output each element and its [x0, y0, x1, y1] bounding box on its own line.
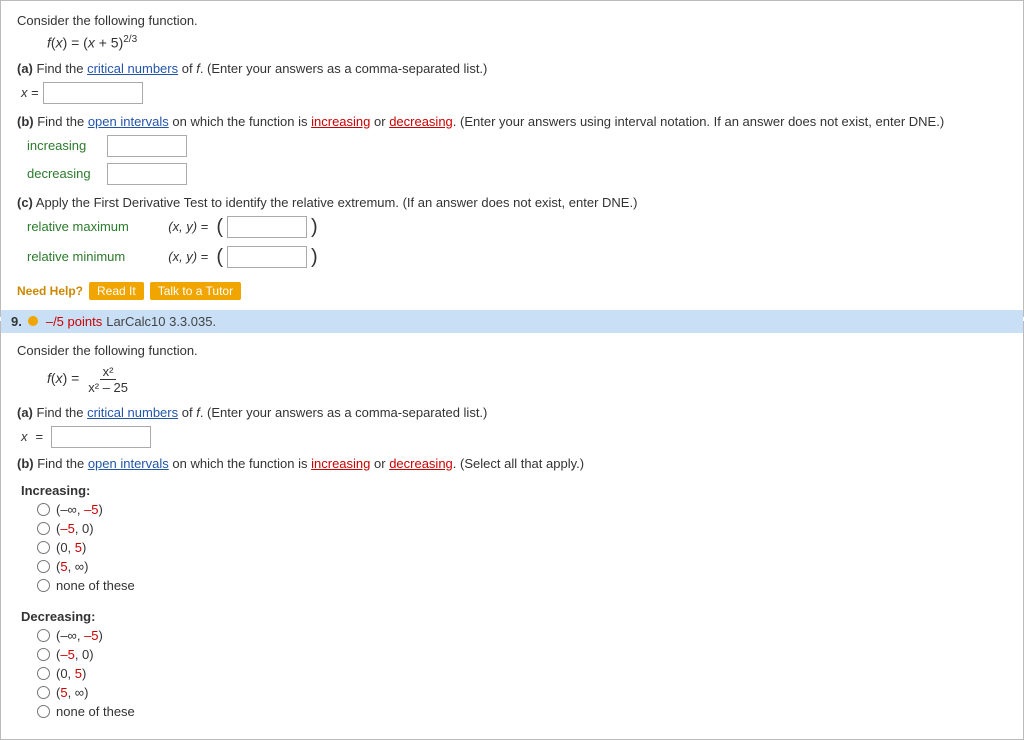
decreasing-interval-5: none of these — [56, 704, 135, 719]
top-rel-max-row: relative maximum (x, y) = ( ) — [27, 216, 1007, 238]
top-part-b-question: (b) Find the open intervals on which the… — [17, 114, 1007, 129]
increasing-radio-2[interactable] — [37, 522, 50, 535]
decreasing-radio-1[interactable] — [37, 629, 50, 642]
decreasing-interval-3: (0, 5) — [56, 666, 86, 681]
decreasing-option-1[interactable]: (–∞, –5) — [37, 628, 1007, 643]
decreasing-interval-1: (–∞, –5) — [56, 628, 103, 643]
top-increasing-label: increasing — [27, 138, 107, 153]
increasing-option-2[interactable]: (–5, 0) — [37, 521, 1007, 536]
increasing-option-5[interactable]: none of these — [37, 578, 1007, 593]
top-rel-max-xy: (x, y) = — [161, 219, 208, 234]
top-rel-min-rparen: ) — [311, 247, 318, 267]
bottom-part-a-question: (a) Find the critical numbers of f. (Ent… — [17, 405, 1007, 420]
points-badge: –/5 points — [46, 314, 102, 329]
decreasing-radio-5[interactable] — [37, 705, 50, 718]
top-decreasing-input[interactable] — [107, 163, 187, 185]
top-rel-max-label: relative maximum — [27, 219, 157, 234]
increasing-radio-3[interactable] — [37, 541, 50, 554]
decreasing-radio-4[interactable] — [37, 686, 50, 699]
top-rel-max-input[interactable] — [227, 216, 307, 238]
top-x-input[interactable] — [43, 82, 143, 104]
decreasing-radio-2[interactable] — [37, 648, 50, 661]
top-function: f(x) = (x + 5)2/3 — [47, 34, 1007, 51]
increasing-interval-3: (0, 5) — [56, 540, 86, 555]
increasing-interval-4: (5, ∞) — [56, 559, 88, 574]
dot-icon — [28, 314, 42, 329]
top-rel-min-xy: (x, y) = — [161, 249, 208, 264]
top-rel-max-lparen: ( — [216, 217, 223, 237]
increasing-radio-1[interactable] — [37, 503, 50, 516]
top-x-label: x = — [21, 85, 39, 100]
top-decreasing-row: decreasing — [27, 163, 1007, 185]
problem-id: LarCalc10 3.3.035. — [106, 314, 216, 329]
decreasing-option-3[interactable]: (0, 5) — [37, 666, 1007, 681]
fraction-denominator: x² – 25 — [85, 380, 131, 395]
increasing-option-3[interactable]: (0, 5) — [37, 540, 1007, 555]
problem-9-header: 9. –/5 points LarCalc10 3.3.035. — [1, 310, 1023, 333]
bottom-x-label: x — [21, 429, 28, 444]
top-rel-max-rparen: ) — [311, 217, 318, 237]
top-intro: Consider the following function. — [17, 13, 1007, 28]
bottom-intro: Consider the following function. — [17, 343, 1007, 358]
top-rel-min-row: relative minimum (x, y) = ( ) — [27, 246, 1007, 268]
top-increasing-row: increasing — [27, 135, 1007, 157]
need-help-label: Need Help? — [17, 284, 83, 298]
read-it-button[interactable]: Read It — [89, 282, 144, 300]
decreasing-option-2[interactable]: (–5, 0) — [37, 647, 1007, 662]
talk-to-tutor-button[interactable]: Talk to a Tutor — [150, 282, 241, 300]
bottom-x-input[interactable] — [51, 426, 151, 448]
increasing-interval-1: (–∞, –5) — [56, 502, 103, 517]
fraction-numerator: x² — [100, 364, 117, 380]
increasing-interval-5: none of these — [56, 578, 135, 593]
top-rel-min-input[interactable] — [227, 246, 307, 268]
top-part-c-question: (c) Apply the First Derivative Test to i… — [17, 195, 1007, 210]
problem-number: 9. — [11, 314, 22, 329]
decreasing-label: Decreasing: — [21, 609, 1007, 624]
decreasing-radio-3[interactable] — [37, 667, 50, 680]
top-increasing-input[interactable] — [107, 135, 187, 157]
decreasing-option-5[interactable]: none of these — [37, 704, 1007, 719]
bottom-x-row: x= — [21, 426, 1007, 448]
top-part-a-question: (a) Find the critical numbers of f. (Ent… — [17, 61, 1007, 76]
increasing-option-4[interactable]: (5, ∞) — [37, 559, 1007, 574]
decreasing-interval-4: (5, ∞) — [56, 685, 88, 700]
increasing-label: Increasing: — [21, 483, 1007, 498]
top-rel-min-lparen: ( — [216, 247, 223, 267]
bottom-part-b-question: (b) Find the open intervals on which the… — [17, 456, 1007, 471]
decreasing-interval-2: (–5, 0) — [56, 647, 94, 662]
increasing-interval-2: (–5, 0) — [56, 521, 94, 536]
increasing-radio-5[interactable] — [37, 579, 50, 592]
increasing-option-1[interactable]: (–∞, –5) — [37, 502, 1007, 517]
bottom-function: f(x) = x² x² – 25 — [47, 364, 1007, 395]
top-decreasing-label: decreasing — [27, 166, 107, 181]
increasing-radio-4[interactable] — [37, 560, 50, 573]
top-need-help: Need Help? Read It Talk to a Tutor — [17, 282, 1007, 300]
decreasing-option-4[interactable]: (5, ∞) — [37, 685, 1007, 700]
top-rel-min-label: relative minimum — [27, 249, 157, 264]
